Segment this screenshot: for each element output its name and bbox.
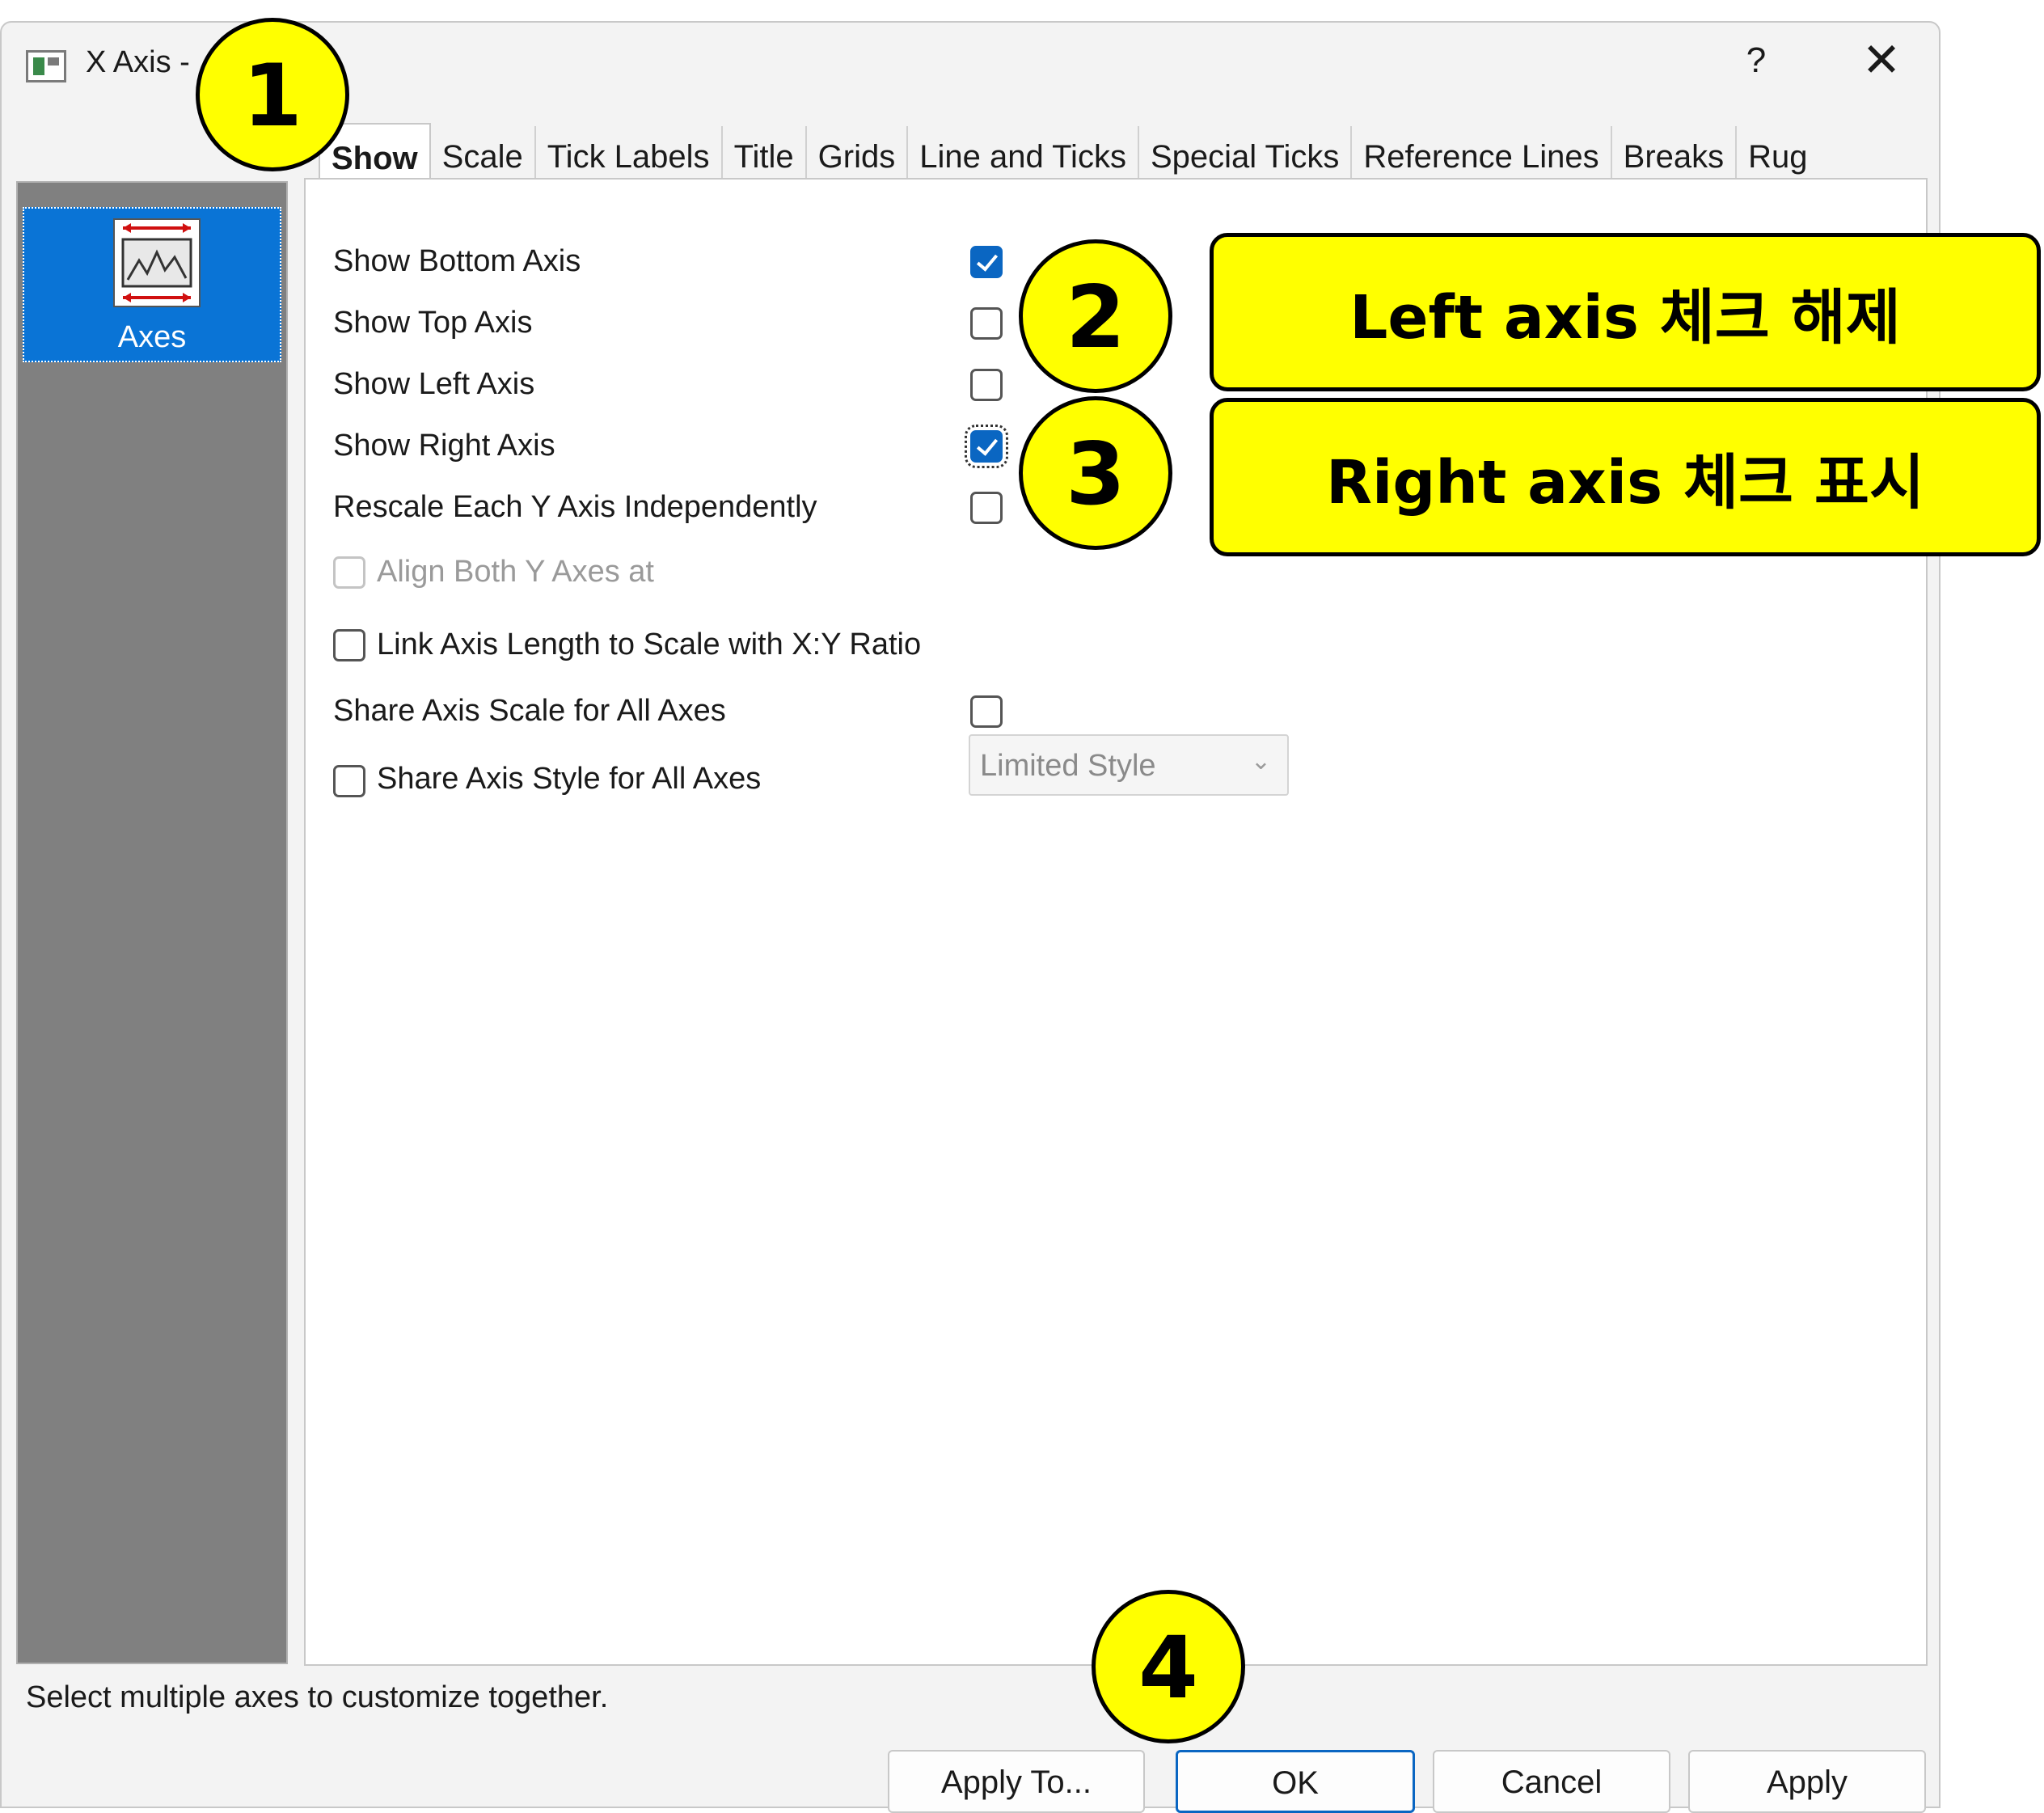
- show-right-axis-checkbox[interactable]: [965, 425, 1008, 468]
- close-icon[interactable]: ✕: [1853, 32, 1910, 87]
- help-button[interactable]: ?: [1732, 40, 1780, 81]
- show-right-axis-label: Show Right Axis: [333, 429, 555, 463]
- link-axis-length-label: Link Axis Length to Scale with X:Y Ratio: [377, 628, 922, 661]
- rescale-each-y-checkbox[interactable]: [970, 492, 1003, 524]
- share-axis-style-label: Share Axis Style for All Axes: [377, 762, 762, 796]
- axis-style-dropdown[interactable]: Limited Style ⌄: [969, 734, 1289, 796]
- ok-button[interactable]: OK: [1176, 1750, 1415, 1813]
- status-text: Select multiple axes to customize togeth…: [26, 1680, 609, 1714]
- rescale-each-y-label: Rescale Each Y Axis Independently: [333, 490, 817, 524]
- apply-button[interactable]: Apply: [1688, 1750, 1926, 1813]
- note-left-axis: Left axis 체크 해제: [1210, 233, 2041, 391]
- chevron-down-icon: ⌄: [1250, 748, 1271, 775]
- align-both-y-checkbox[interactable]: [333, 556, 365, 589]
- step-1-callout: 1: [196, 18, 349, 171]
- share-axis-scale-checkbox[interactable]: [970, 695, 1003, 728]
- sidebar-item-axes[interactable]: Axes: [23, 207, 281, 362]
- cancel-button[interactable]: Cancel: [1433, 1750, 1670, 1813]
- align-both-y-label: Align Both Y Axes at: [377, 555, 654, 589]
- share-axis-scale-label: Share Axis Scale for All Axes: [333, 694, 726, 728]
- sidebar: Axes: [16, 181, 288, 1664]
- app-icon: [26, 50, 66, 82]
- show-left-axis-label: Show Left Axis: [333, 367, 535, 401]
- show-bottom-axis-checkbox[interactable]: [970, 246, 1003, 278]
- sidebar-item-label: Axes: [117, 320, 187, 354]
- step-3-callout: 3: [1019, 396, 1172, 550]
- axis-style-value: Limited Style: [980, 749, 1156, 783]
- axes-plot-icon: [113, 218, 201, 307]
- show-top-axis-label: Show Top Axis: [333, 306, 533, 340]
- window-title: X Axis -: [86, 45, 190, 79]
- note-right-axis: Right axis 체크 표시: [1210, 398, 2041, 556]
- show-bottom-axis-label: Show Bottom Axis: [333, 244, 581, 278]
- step-4-callout: 4: [1092, 1590, 1245, 1743]
- apply-to-button[interactable]: Apply To...: [888, 1750, 1145, 1813]
- show-left-axis-checkbox[interactable]: [970, 369, 1003, 401]
- show-top-axis-checkbox[interactable]: [970, 307, 1003, 340]
- share-axis-style-checkbox[interactable]: [333, 765, 365, 797]
- step-2-callout: 2: [1019, 239, 1172, 393]
- link-axis-length-checkbox[interactable]: [333, 629, 365, 661]
